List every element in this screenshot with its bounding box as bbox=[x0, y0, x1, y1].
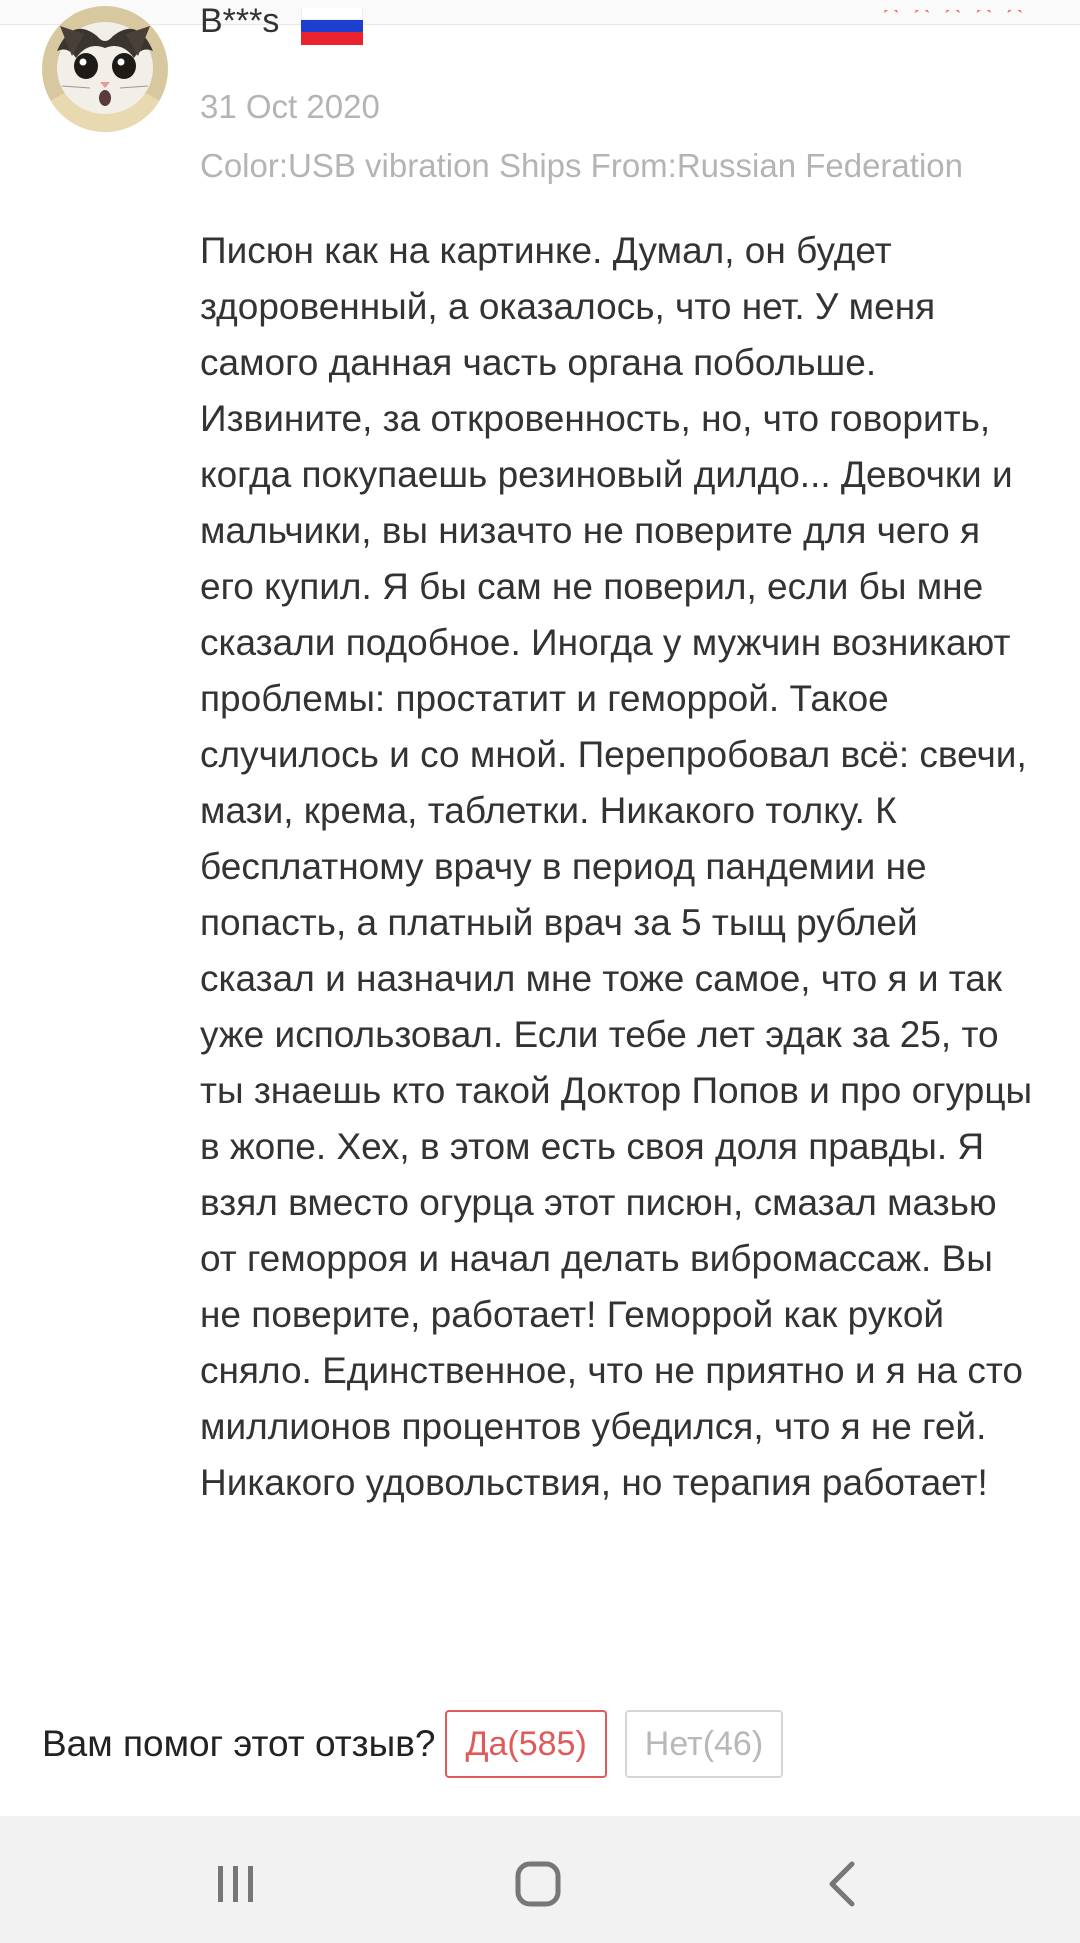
flag-stripe-white bbox=[301, 8, 364, 20]
flag-stripe-red bbox=[301, 32, 364, 46]
helpful-yes-button[interactable]: Да(585) bbox=[445, 1710, 607, 1778]
review-text: Писюн как на картинке. Думал, он будет з… bbox=[200, 230, 1033, 1503]
cat-avatar-image bbox=[42, 6, 168, 132]
rating-stars: ★★★★★ bbox=[878, 10, 1032, 30]
helpful-row: Вам помог этот отзыв? Да(585) Нет(46) bbox=[42, 1708, 801, 1780]
back-icon[interactable] bbox=[812, 1856, 872, 1912]
system-nav-bar bbox=[0, 1816, 1080, 1943]
review-meta: Color:USB vibration Ships From:Russian F… bbox=[200, 147, 963, 184]
helpful-no-button[interactable]: Нет(46) bbox=[624, 1710, 784, 1778]
review-screen: B***s ★★★★★ 31 Oct 2020 Color:USB vibrat… bbox=[0, 0, 1080, 1943]
review-date: 31 Oct 2020 bbox=[200, 88, 380, 125]
reviewer-name: B***s bbox=[200, 8, 280, 40]
recents-icon[interactable] bbox=[206, 1856, 266, 1912]
flag-stripe-blue bbox=[301, 19, 364, 33]
helpful-question: Вам помог этот отзыв? bbox=[42, 1723, 436, 1764]
reviewer-header: B***s bbox=[200, 8, 364, 52]
rating-stars-glyphs: ★★★★★ bbox=[878, 10, 1032, 20]
home-icon[interactable] bbox=[508, 1856, 568, 1912]
avatar[interactable] bbox=[42, 6, 168, 132]
russia-flag-icon bbox=[301, 8, 364, 46]
